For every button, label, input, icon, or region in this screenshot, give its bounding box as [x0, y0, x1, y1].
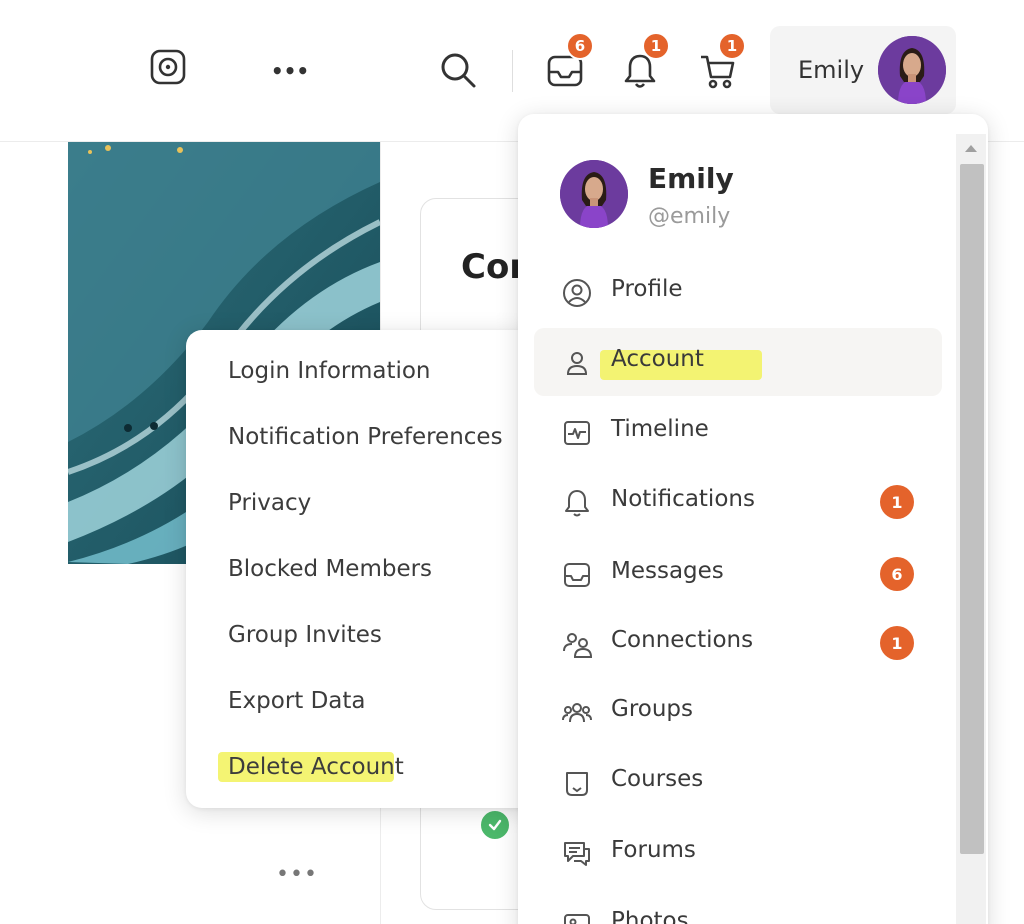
dropdown-item-account[interactable]: Account [534, 328, 942, 396]
dropdown-item-label: Timeline [611, 416, 709, 442]
more-icon[interactable]: ••• [270, 56, 310, 86]
submenu-item-delete-account[interactable]: Delete Account [228, 754, 404, 780]
dropdown-item-label: Groups [611, 696, 694, 722]
submenu-item-blocked-members[interactable]: Blocked Members [228, 556, 432, 582]
scrollbar-thumb[interactable] [960, 164, 984, 854]
dropdown-item-messages[interactable]: Messages 6 [534, 540, 942, 608]
dropdown-item-label: Connections [611, 627, 754, 653]
connections-icon [562, 629, 592, 659]
user-name: Emily [798, 56, 865, 84]
dropdown-item-timeline[interactable]: Timeline [534, 398, 942, 466]
dropdown-item-notifications[interactable]: Notifications 1 [534, 468, 942, 536]
dropdown-item-connections[interactable]: Connections 1 [534, 609, 942, 677]
card-title: Cor [461, 247, 527, 287]
dropdown-user-name: Emily [648, 162, 734, 195]
dropdown-item-label: Photos [611, 908, 689, 924]
submenu-item-privacy[interactable]: Privacy [228, 490, 311, 516]
dropdown-item-label: Courses [611, 766, 704, 792]
courses-icon [562, 768, 592, 798]
page: ••• 6 1 1 Emily Cor ••• Login Informatio… [0, 0, 1024, 924]
submenu-item-notification-preferences[interactable]: Notification Preferences [228, 424, 503, 450]
user-icon [562, 348, 592, 378]
activity-icon [562, 418, 592, 448]
submenu-item-export-data[interactable]: Export Data [228, 688, 366, 714]
bell-icon [562, 488, 592, 518]
count-badge: 1 [880, 485, 914, 519]
submenu-item-group-invites[interactable]: Group Invites [228, 622, 382, 648]
dropdown-item-label: Notifications [611, 486, 755, 512]
dropdown-item-forums[interactable]: Forums [534, 819, 942, 887]
dropdown-item-label: Messages [611, 558, 724, 584]
dropdown-item-courses[interactable]: Courses [534, 748, 942, 816]
dropdown-avatar [560, 160, 628, 228]
dropdown-item-profile[interactable]: Profile [534, 258, 942, 326]
dropdown-item-label: Forums [611, 837, 696, 863]
dropdown-item-label: Account [611, 346, 704, 372]
messages-badge: 6 [566, 32, 594, 60]
cart-badge: 1 [718, 32, 746, 60]
header-divider [512, 50, 513, 92]
scroll-up-arrow-icon[interactable] [962, 140, 980, 156]
search-icon[interactable] [438, 50, 478, 90]
user-menu-toggle[interactable]: Emily [770, 26, 956, 114]
user-circle-icon [562, 278, 592, 308]
inbox-icon [562, 560, 592, 590]
dropdown-user-handle: @emily [648, 204, 731, 229]
photos-icon [562, 910, 592, 924]
notifications-badge: 1 [642, 32, 670, 60]
profile-dropdown: Emily @emily Profile Account Timeline No… [518, 114, 988, 924]
count-badge: 1 [880, 626, 914, 660]
count-badge: 6 [880, 557, 914, 591]
dropdown-item-groups[interactable]: Groups [534, 678, 942, 746]
submenu-item-login-information[interactable]: Login Information [228, 358, 431, 384]
lens-icon[interactable] [150, 49, 186, 85]
dropdown-item-label: Profile [611, 276, 683, 302]
check-icon [478, 808, 512, 842]
dropdown-item-photos[interactable]: Photos [534, 890, 942, 924]
groups-icon [562, 698, 592, 728]
account-submenu: Login Information Notification Preferenc… [186, 330, 536, 808]
avatar [878, 36, 946, 104]
forums-icon [562, 839, 592, 869]
more-options-icon[interactable]: ••• [276, 862, 318, 887]
